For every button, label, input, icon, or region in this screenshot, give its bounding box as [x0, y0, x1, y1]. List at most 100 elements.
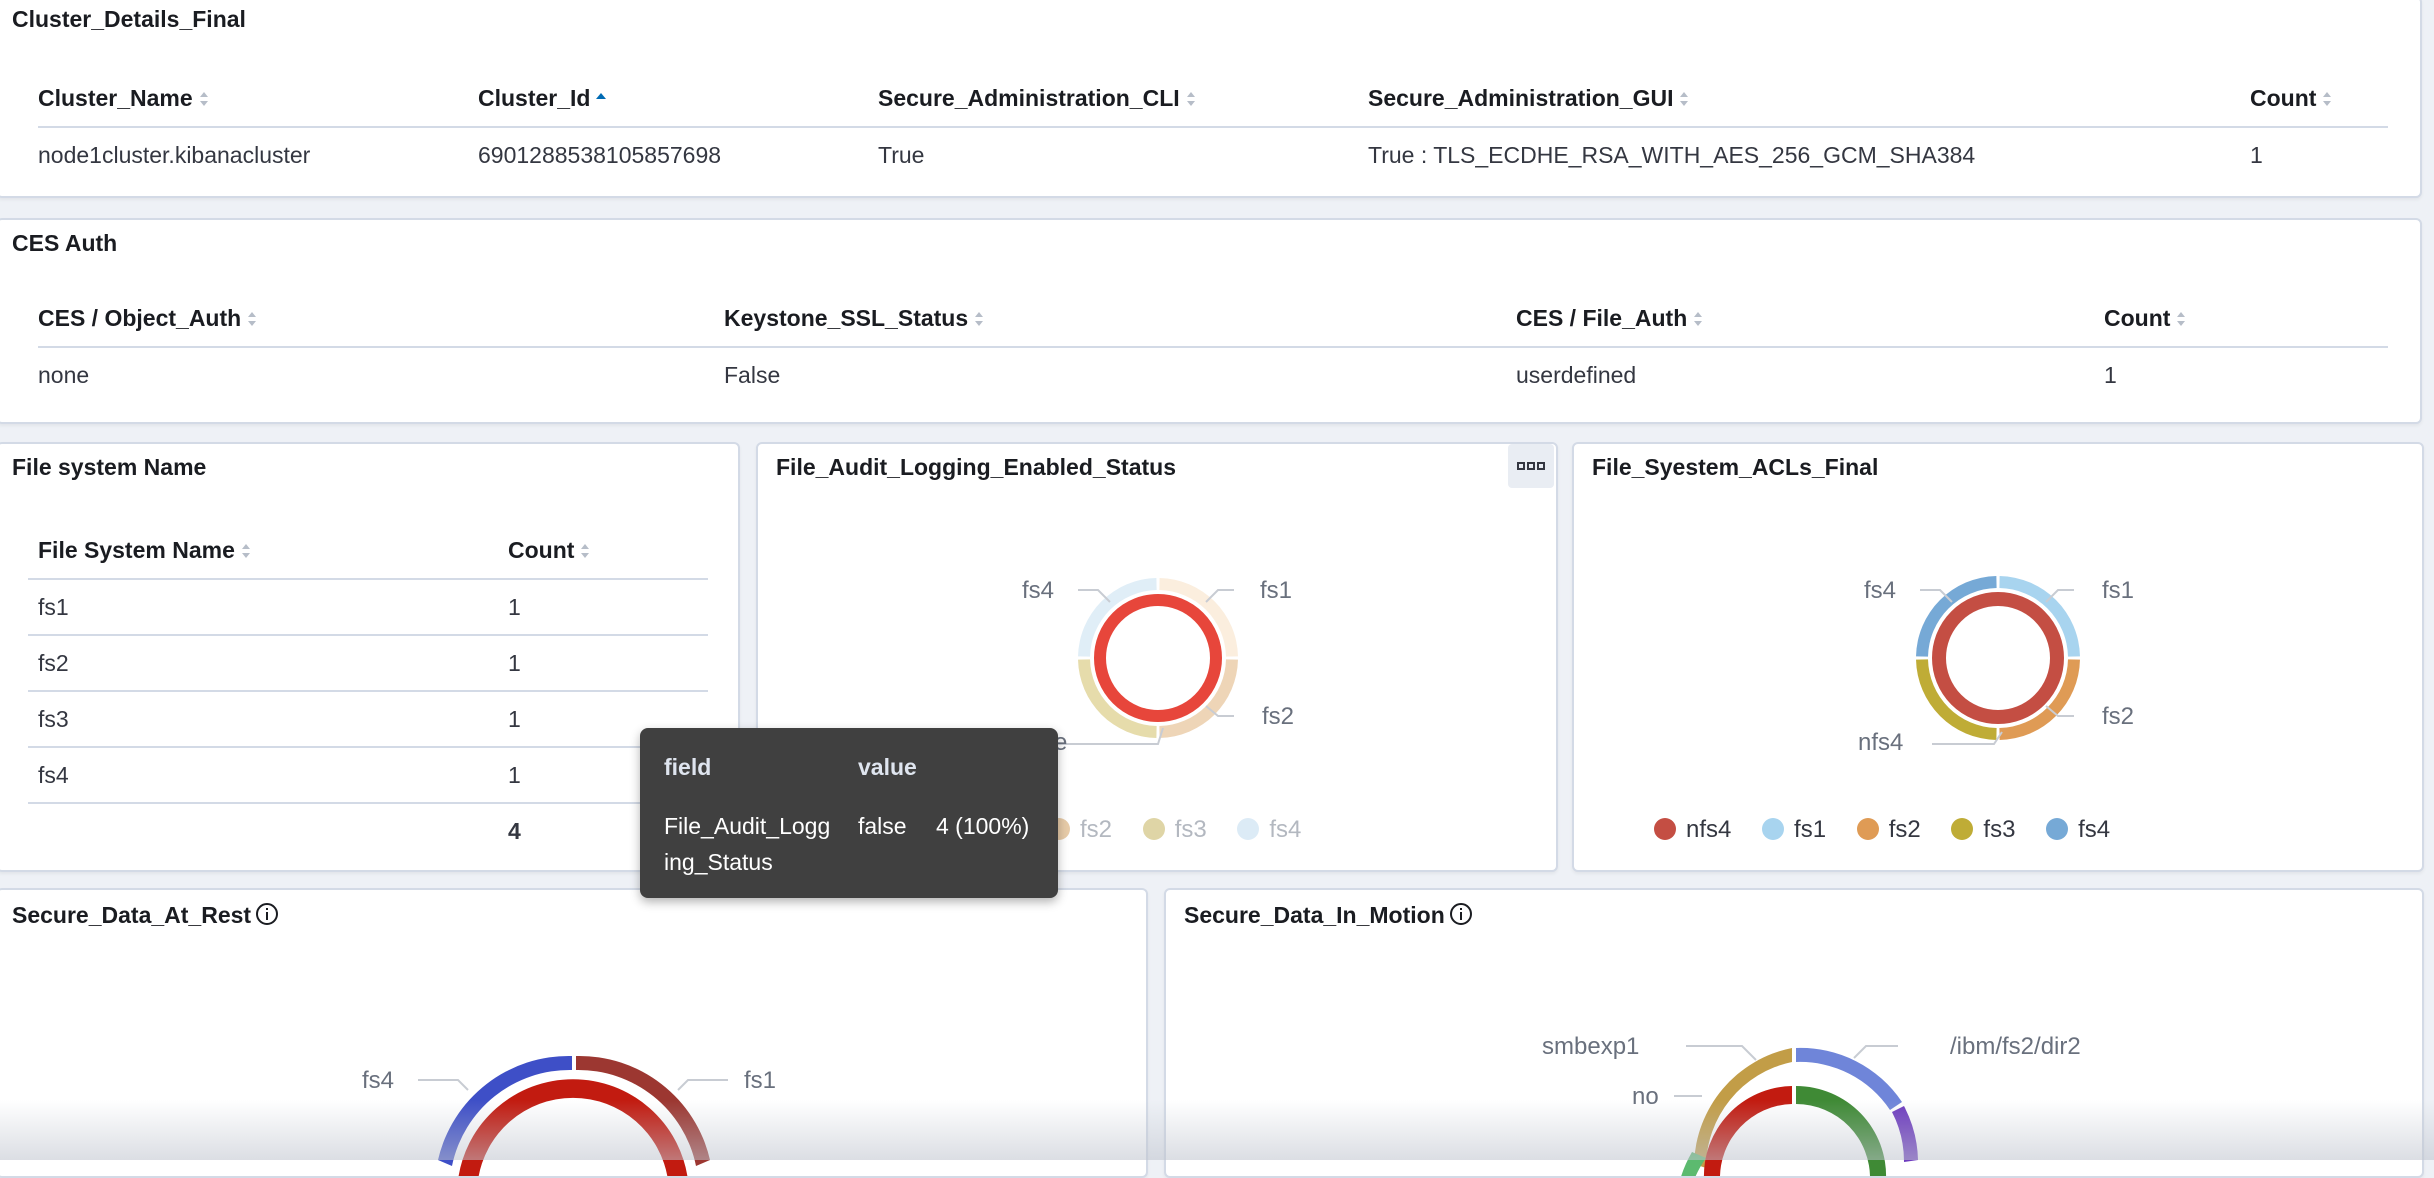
legend-label: fs1 [1794, 816, 1827, 843]
tooltip-field-line: File_Audit_Logg [664, 813, 831, 839]
table-row: node1cluster.kibanacluster 6901288538105… [38, 127, 2388, 182]
legend-dot [1142, 818, 1165, 840]
ring-slice-nfs4[interactable] [1932, 592, 2064, 724]
slice-label: fs2 [1262, 703, 1294, 730]
table-cell: 1 [508, 635, 708, 692]
table-cell: 1 [2104, 361, 2117, 388]
legend-item[interactable]: fs3 [1142, 816, 1207, 844]
slice-label: fs4 [1864, 577, 1896, 604]
table-cell: False [724, 361, 781, 388]
table-cell: none [38, 361, 90, 388]
legend-dot [1237, 818, 1260, 840]
slice-label: fs1 [2102, 577, 2134, 604]
legend-dot [1951, 818, 1974, 840]
legend-item[interactable]: fs4 [2046, 816, 2110, 844]
column-label: Cluster_Id [478, 84, 591, 111]
column-label: Keystone_SSL_Status [724, 304, 969, 331]
column-header-file-system-name[interactable]: File System Name [28, 522, 508, 580]
legend-label: fs3 [1983, 816, 2016, 843]
column-label: Count [2104, 304, 2171, 331]
slice-label: /ibm/fs2/dir2 [1950, 1033, 2081, 1060]
file-system-name-panel: File system Name File System Name Count … [0, 442, 740, 872]
column-header-keystone-ssl-status[interactable]: Keystone_SSL_Status [724, 290, 1516, 348]
ring-slice-false[interactable] [1094, 594, 1222, 722]
column-label: Cluster_Name [38, 84, 193, 111]
legend-label: nfs4 [1686, 816, 1732, 843]
table-row: fs1 1 [28, 579, 708, 636]
column-header-count[interactable]: Count [508, 522, 708, 580]
tooltip-field: File_Audit_Logg ing_Status [664, 808, 830, 880]
tooltip-header-field: field [664, 754, 712, 780]
table-cell: True : TLS_ECDHE_RSA_WITH_AES_256_GCM_SH… [1368, 141, 1976, 168]
column-header-secure-admin-gui[interactable]: Secure_Administration_GUI [1368, 70, 2250, 128]
rest-donut-chart[interactable]: fs4 fs1 [0, 890, 1148, 1178]
sort-icon[interactable] [239, 541, 253, 561]
legend-item[interactable]: nfs4 [1654, 816, 1731, 844]
column-header-file-auth[interactable]: CES / File_Auth [1516, 290, 2104, 348]
table-cell: fs2 [28, 635, 508, 692]
tooltip-count: 4 (100%) [936, 813, 1030, 839]
legend-item[interactable]: fs3 [1951, 816, 2015, 844]
column-header-object-auth[interactable]: CES / Object_Auth [38, 290, 724, 348]
panel-title: CES Auth [12, 230, 118, 256]
sort-ascending-icon[interactable] [594, 89, 608, 109]
column-header-cluster-id[interactable]: Cluster_Id [478, 70, 878, 128]
slice-label: fs4 [1022, 577, 1054, 604]
column-label: Count [2250, 84, 2317, 111]
legend-label: fs2 [1080, 816, 1113, 843]
donut-rings[interactable] [1078, 578, 1238, 738]
table-cell: node1cluster.kibanacluster [38, 141, 311, 168]
slice-label: nfs4 [1858, 729, 1903, 756]
sort-icon[interactable] [578, 541, 592, 561]
inner-ring-slice[interactable] [1796, 1085, 1887, 1178]
cluster-details-panel: Cluster_Details_Final Cluster_Name Clust… [0, 0, 2422, 198]
column-header-count[interactable]: Count [2250, 70, 2388, 128]
panel-title: Cluster_Details_Final [12, 6, 246, 32]
panel-title: File system Name [12, 454, 207, 480]
column-header-cluster-name[interactable]: Cluster_Name [38, 70, 478, 128]
donut-rings[interactable] [1916, 576, 2080, 740]
slice-label: fs1 [744, 1067, 776, 1094]
legend-dot [1762, 818, 1785, 840]
sort-icon[interactable] [1691, 309, 1705, 329]
sort-icon[interactable] [972, 309, 986, 329]
cluster-details-table: Cluster_Name Cluster_Id Secure_Administr… [38, 70, 2388, 182]
ces-auth-table: CES / Object_Auth Keystone_SSL_Status CE… [38, 290, 2388, 402]
outer-ring-slice[interactable] [1892, 1106, 1918, 1162]
table-cell: 1 [508, 579, 708, 636]
table-total-row: 4 [28, 803, 708, 858]
slice-label: fs4 [362, 1067, 394, 1094]
sort-icon[interactable] [1184, 89, 1198, 109]
sort-icon[interactable] [2320, 89, 2334, 109]
legend-item[interactable]: fs1 [1762, 816, 1826, 844]
acl-donut-chart[interactable]: fs4 fs1 fs2 nfs4 [1574, 444, 2424, 872]
legend-item[interactable]: fs4 [1237, 816, 1301, 844]
column-label: Count [508, 536, 575, 563]
column-header-count[interactable]: Count [2104, 290, 2388, 348]
table-row: fs3 1 [28, 691, 708, 748]
legend-label: fs2 [1888, 816, 1921, 843]
legend-item[interactable]: fs2 [1856, 816, 1921, 844]
tooltip-header-value: value [858, 754, 917, 780]
table-cell-empty [28, 803, 508, 858]
sort-icon[interactable] [1677, 89, 1691, 109]
ces-auth-panel: CES Auth CES / Object_Auth Keystone_SSL_… [0, 218, 2422, 424]
column-label: CES / File_Auth [1516, 304, 1688, 331]
motion-donut-chart[interactable]: smbexp1 /ibm/fs2/dir2 no [1166, 890, 2424, 1178]
sort-icon[interactable] [2174, 309, 2188, 329]
legend-label: fs3 [1174, 816, 1207, 843]
table-row: fs2 1 [28, 635, 708, 692]
slice-label: smbexp1 [1542, 1033, 1639, 1060]
table-row: fs4 1 [28, 747, 708, 804]
legend-dot [1654, 818, 1676, 840]
tooltip-value: false [858, 813, 907, 839]
legend-label: fs4 [2078, 816, 2111, 843]
sort-icon[interactable] [197, 89, 211, 109]
column-header-secure-admin-cli[interactable]: Secure_Administration_CLI [878, 70, 1368, 128]
chart-legend: fs2 fs3 fs4 [1048, 816, 1325, 844]
chart-legend: nfs4 fs1 fs2 fs3 fs4 [1654, 816, 2134, 844]
legend-dot [2046, 818, 2069, 840]
tooltip-field-line: ing_Status [664, 849, 773, 875]
legend-label: fs4 [1269, 816, 1302, 843]
sort-icon[interactable] [245, 309, 259, 329]
